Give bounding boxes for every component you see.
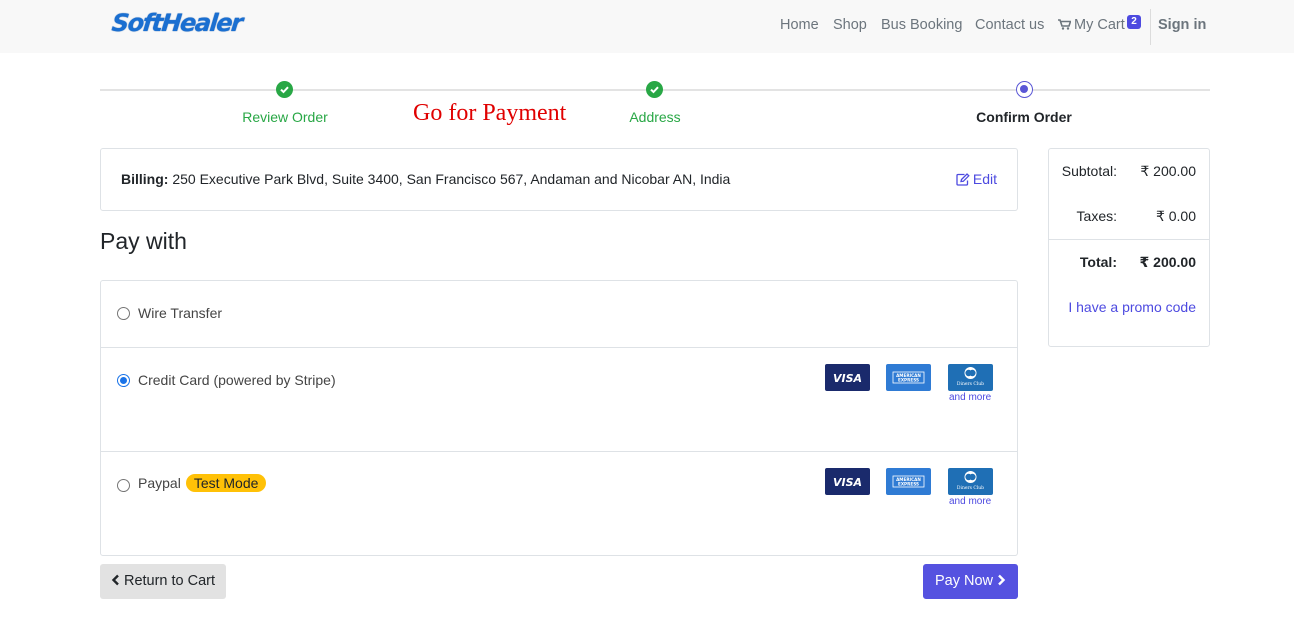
test-mode-badge: Test Mode [185, 474, 267, 492]
wire-transfer-radio[interactable] [117, 307, 130, 320]
softhealer-logo[interactable]: SoftHealer [111, 9, 244, 37]
svg-text:VISA: VISA [833, 476, 862, 489]
top-navbar: SoftHealer Home Shop Bus Booking Contact… [0, 0, 1294, 53]
summary-divider [1049, 239, 1209, 240]
svg-text:Diners Club: Diners Club [957, 381, 984, 387]
cart-label: My Cart [1074, 17, 1125, 33]
nav-shop-link[interactable]: Shop [833, 17, 867, 33]
amex-card-icon: AMERICAN EXPRESS [886, 468, 931, 495]
step-confirm-order: Confirm Order [976, 109, 1072, 125]
svg-text:EXPRESS: EXPRESS [898, 482, 919, 487]
step-address[interactable]: Address [629, 109, 680, 125]
promo-code-link[interactable]: I have a promo code [1068, 299, 1196, 315]
credit-card-radio[interactable] [117, 374, 130, 387]
svg-text:EXPRESS: EXPRESS [898, 378, 919, 383]
taxes-label: Taxes: [1076, 208, 1117, 224]
diners-club-card-icon: Diners Club [948, 468, 993, 495]
step-done-check-icon [276, 81, 293, 98]
subtotal-value: ₹ 200.00 [1140, 163, 1196, 179]
edit-icon [956, 173, 970, 186]
total-label: Total: [1079, 254, 1117, 270]
pay-now-button[interactable]: Pay Now [923, 564, 1018, 599]
edit-label: Edit [972, 171, 997, 187]
nav-bus-booking-link[interactable]: Bus Booking [881, 17, 962, 33]
billing-card: Billing: 250 Executive Park Blvd, Suite … [100, 148, 1018, 211]
and-more-link[interactable]: and more [949, 392, 991, 403]
diners-club-card-icon: Diners Club [948, 364, 993, 391]
taxes-value: ₹ 0.00 [1155, 208, 1196, 224]
go-for-payment-annotation: Go for Payment [413, 100, 567, 126]
chevron-left-icon [111, 574, 119, 586]
wire-transfer-label: Wire Transfer [138, 305, 223, 321]
step-done-check-icon [646, 81, 663, 98]
visa-card-icon: VISA [825, 364, 870, 391]
paypal-radio[interactable] [117, 479, 130, 492]
payment-option-wire-transfer[interactable]: Wire Transfer [101, 281, 1017, 348]
paypal-name: Paypal [138, 475, 181, 491]
and-more-link[interactable]: and more [949, 496, 991, 507]
pay-with-heading: Pay with [100, 228, 187, 254]
nav-contact-link[interactable]: Contact us [975, 17, 1044, 33]
order-summary-card: Subtotal: ₹ 200.00 Taxes: ₹ 0.00 Total: … [1048, 148, 1210, 347]
pay-now-label: Pay Now [934, 573, 993, 589]
return-to-cart-button[interactable]: Return to Cart [100, 564, 226, 599]
subtotal-label: Subtotal: [1061, 163, 1117, 179]
nav-home-link[interactable]: Home [780, 17, 819, 33]
nav-my-cart-link[interactable]: My Cart [1058, 17, 1125, 33]
total-value: ₹ 200.00 [1139, 254, 1196, 270]
edit-billing-link[interactable]: Edit [956, 171, 997, 187]
svg-text:VISA: VISA [833, 372, 862, 385]
nav-divider [1150, 9, 1151, 45]
shopping-cart-icon [1058, 19, 1071, 30]
cart-count-badge: 2 [1127, 15, 1141, 29]
visa-card-icon: VISA [825, 468, 870, 495]
payment-methods-list: Wire Transfer Credit Card (powered by St… [100, 280, 1018, 556]
payment-option-paypal[interactable]: Paypal Test Mode VISA AMERICAN EXPRESS Di… [101, 452, 1017, 556]
step-review-order[interactable]: Review Order [242, 109, 328, 125]
payment-option-credit-card[interactable]: Credit Card (powered by Stripe) VISA AME… [101, 348, 1017, 452]
paypal-label: Paypal Test Mode [138, 474, 267, 492]
svg-text:Diners Club: Diners Club [957, 485, 984, 491]
amex-card-icon: AMERICAN EXPRESS [886, 364, 931, 391]
billing-address: Billing: 250 Executive Park Blvd, Suite … [121, 171, 730, 187]
billing-address-value: 250 Executive Park Blvd, Suite 3400, San… [172, 171, 731, 187]
chevron-right-icon [998, 574, 1006, 586]
step-current-dot-icon [1016, 81, 1033, 98]
sign-in-link[interactable]: Sign in [1158, 17, 1206, 33]
credit-card-label: Credit Card (powered by Stripe) [138, 372, 336, 388]
billing-label: Billing: [121, 171, 169, 187]
return-to-cart-label: Return to Cart [123, 573, 216, 589]
